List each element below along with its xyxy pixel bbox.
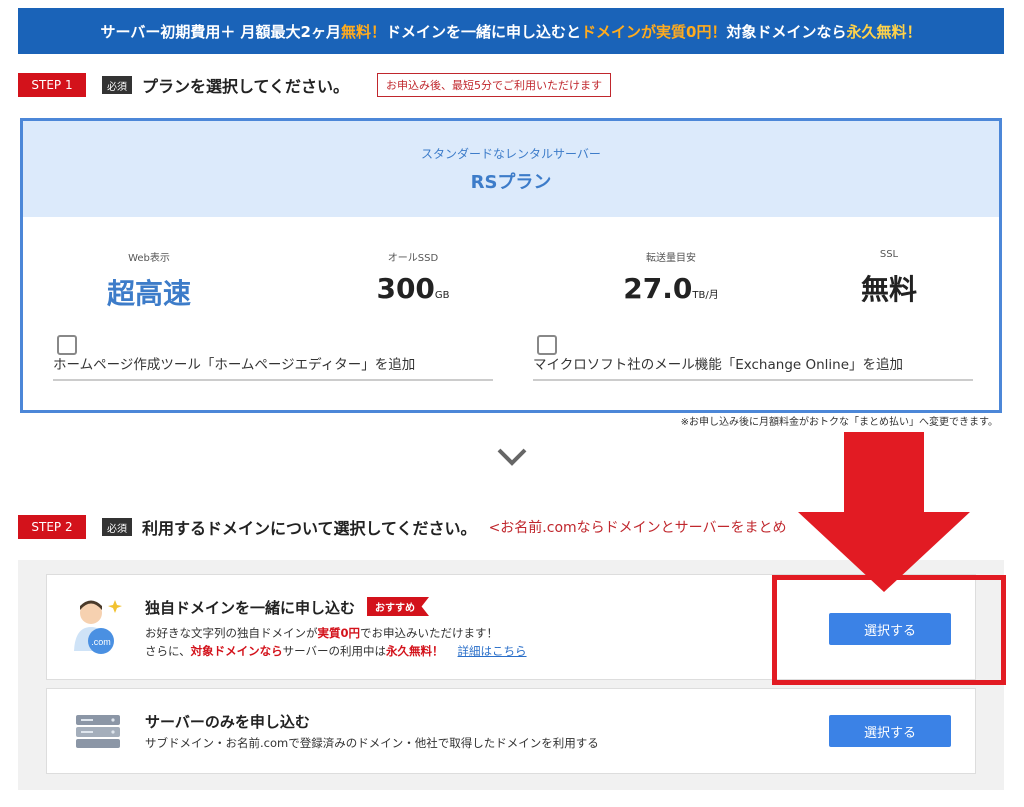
person-domain-icon: .com xyxy=(74,600,122,654)
plan-name: RSプラン xyxy=(470,171,552,193)
step-badge: STEP 1 xyxy=(18,73,86,97)
option-label: マイクロソフト社のメール機能「Exchange Online」を追加 xyxy=(533,357,904,373)
banner-highlight: 無料！ xyxy=(341,22,387,41)
option-title: 独自ドメインを一緒に申し込む おすすめ xyxy=(145,597,430,618)
recommend-ribbon: おすすめ xyxy=(367,597,430,616)
arrow-down-icon xyxy=(798,432,970,592)
step-badge: STEP 2 xyxy=(18,515,86,539)
spec-label: SSL xyxy=(879,249,899,260)
banner-highlight: ドメインが実質0円！ xyxy=(581,22,727,41)
banner-highlight: 永久無料！ xyxy=(846,22,922,41)
step-title: 利用するドメインについて選択してください。 xyxy=(142,519,477,538)
spec-web: Web表示 超高速 xyxy=(49,249,249,312)
promo-banner: サーバー初期費用＋ 月額最大2ヶ月 無料！ ドメインを一緒に申し込むと ドメイン… xyxy=(18,8,1004,54)
spec-value: 27.0TB/月 xyxy=(623,272,719,305)
step-title: プランを選択してください。 xyxy=(142,77,350,96)
step-subtitle: <お名前.comならドメインとサーバーをまとめ xyxy=(488,520,787,536)
details-link[interactable]: 詳細はこちら xyxy=(458,644,527,658)
exchange-online-checkbox[interactable] xyxy=(537,335,557,355)
required-badge: 必須 xyxy=(102,518,132,536)
homepage-editor-checkbox[interactable] xyxy=(57,335,77,355)
option-exchange-online[interactable]: マイクロソフト社のメール機能「Exchange Online」を追加 xyxy=(533,333,973,381)
required-badge: 必須 xyxy=(102,76,132,94)
plan-card[interactable]: スタンダードなレンタルサーバー RSプラン Web表示 超高速 オールSSD 3… xyxy=(20,118,1002,413)
spec-value: 無料 xyxy=(860,273,917,306)
option-description: サブドメイン・お名前.comで登録済みのドメイン・他社で取得したドメインを利用す… xyxy=(145,736,599,750)
payment-note: ※お申し込み後に月額料金がおトクな「まとめ払い」へ変更できます。 xyxy=(680,417,998,428)
availability-note: お申込み後、最短5分でご利用いただけます xyxy=(377,73,612,97)
domain-option-server-only[interactable]: サーバーのみを申し込む サブドメイン・お名前.comで登録済みのドメイン・他社で… xyxy=(46,688,976,774)
svg-text:.com: .com xyxy=(91,637,111,647)
option-title: サーバーのみを申し込む xyxy=(145,713,310,731)
plan-subtitle: スタンダードなレンタルサーバー xyxy=(421,146,601,161)
option-description: さらに、対象ドメインならサーバーの利用中は永久無料！ 詳細はこちら xyxy=(145,644,527,658)
spec-value: 300GB xyxy=(376,272,450,305)
spec-label: オールSSD xyxy=(387,253,439,264)
spec-transfer: 転送量目安 27.0TB/月 xyxy=(571,249,771,305)
step2-header: STEP 2 必須 利用するドメインについて選択してください。 <お名前.com… xyxy=(18,515,787,539)
spec-label: 転送量目安 xyxy=(646,253,696,264)
plan-header: スタンダードなレンタルサーバー RSプラン xyxy=(23,121,999,217)
banner-text: サーバー初期費用＋ 月額最大2ヶ月 xyxy=(100,22,341,41)
option-label: ホームページ作成ツール「ホームページエディター」を追加 xyxy=(53,357,416,373)
step1-header: STEP 1 必須 プランを選択してください。 お申込み後、最短5分でご利用いた… xyxy=(18,73,612,97)
spec-ssl: SSL 無料 xyxy=(789,249,989,308)
spec-value: 超高速 xyxy=(106,277,191,310)
server-icon xyxy=(76,715,120,748)
spec-ssd: オールSSD 300GB xyxy=(313,249,513,305)
spec-label: Web表示 xyxy=(128,253,170,264)
banner-text: 対象ドメインなら xyxy=(726,22,847,41)
banner-text: ドメインを一緒に申し込むと xyxy=(386,22,582,41)
select-server-only-button[interactable]: 選択する xyxy=(829,715,951,747)
option-description: お好きな文字列の独自ドメインが実質0円でお申込みいただけます！ xyxy=(145,626,499,640)
option-homepage-editor[interactable]: ホームページ作成ツール「ホームページエディター」を追加 xyxy=(53,333,493,381)
chevron-down-icon xyxy=(497,448,527,466)
